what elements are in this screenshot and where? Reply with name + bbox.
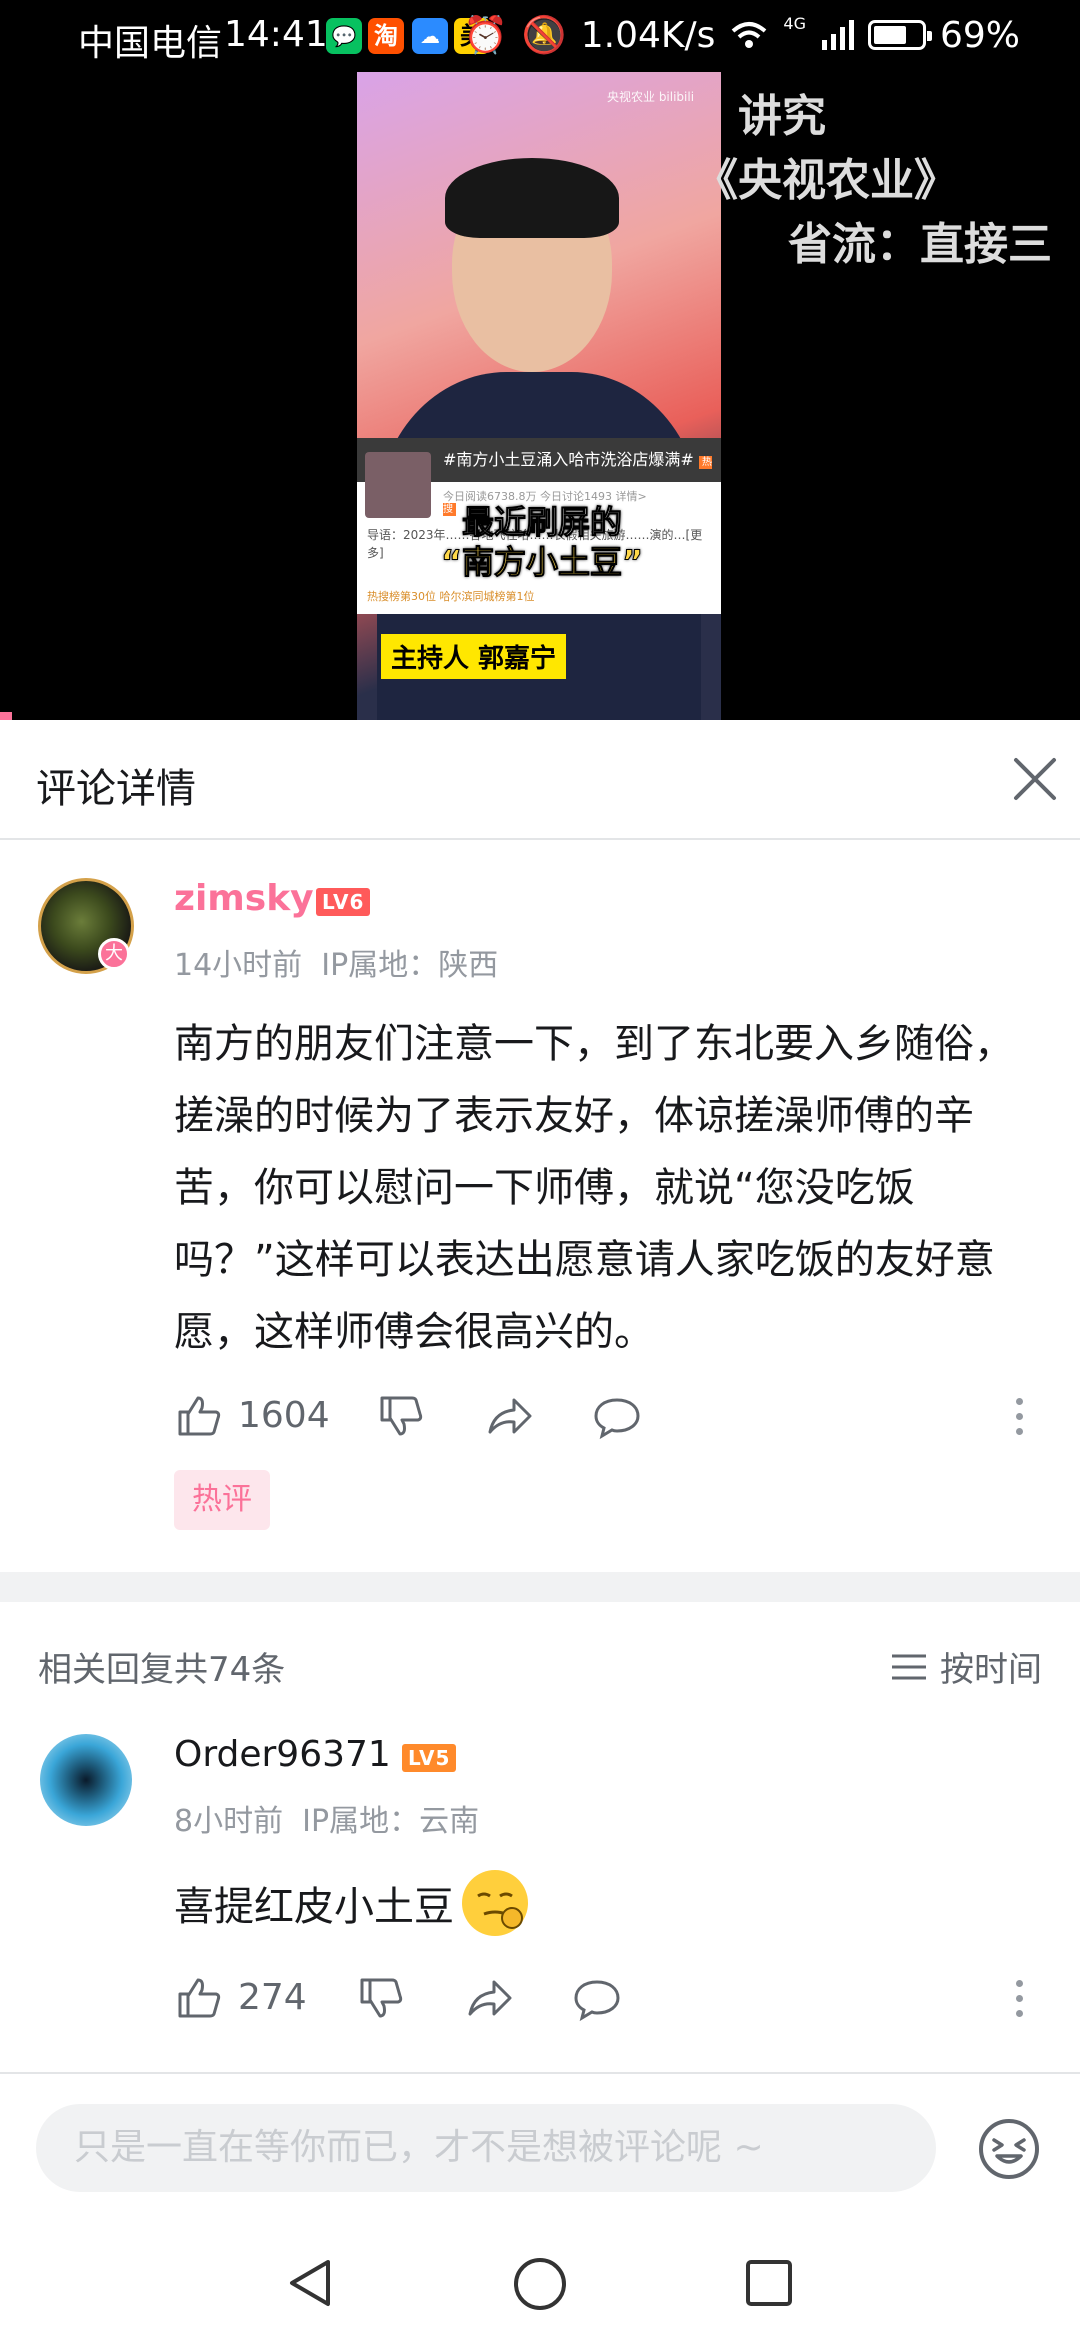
wechat-icon: 💬: [326, 18, 362, 54]
comment-meta: 14小时前 IP属地：陕西: [174, 940, 498, 984]
comment-input[interactable]: 只是一直在等你而已，才不是想被评论呢 ~: [36, 2104, 936, 2192]
host-label: 主持人 郭嘉宁: [381, 634, 567, 679]
emoji-icon[interactable]: [978, 2118, 1040, 2180]
news-tags: 热搜榜第30位 哈尔滨同城榜第1位: [367, 590, 535, 603]
video-logo: 央视农业 bilibili: [607, 90, 695, 104]
comment-text: 南方的朋友们注意一下，到了东北要入乡随俗，搓澡的时候为了表示友好，体谅搓澡师傅的…: [174, 1021, 1014, 1355]
sort-icon: [892, 1654, 926, 1679]
level-badge: LV6: [316, 888, 371, 916]
sort-label: 按时间: [940, 1650, 1042, 1690]
reply-avatar[interactable]: [40, 1734, 132, 1826]
clock: 14:41: [224, 14, 328, 55]
video-progress-bar[interactable]: [0, 712, 12, 720]
comment-time: 14小时前: [174, 948, 303, 983]
signal-icon: [821, 20, 854, 50]
close-icon[interactable]: [1008, 752, 1062, 806]
comment-detail-header: 评论详情: [0, 720, 1080, 840]
net-speed: 1.04K/s: [580, 14, 716, 56]
hot-comment-tag: 热评: [174, 1470, 270, 1530]
video-caption-line1: 最近刷屏的: [461, 503, 622, 542]
video-caption-line2: “南方小土豆”: [440, 543, 644, 582]
reply-like-count: 274: [238, 1976, 307, 2018]
thumbs-up-icon: [178, 1978, 221, 2018]
recents-icon[interactable]: [744, 2258, 794, 2308]
mute-icon: 🔕: [521, 15, 567, 56]
reply-level-badge: LV5: [402, 1744, 457, 1772]
danmaku-2: 《央视农业》: [694, 155, 958, 206]
reply-text-row: 喜提红皮小土豆: [174, 1870, 528, 1936]
section-divider: [0, 1572, 1080, 1602]
page-title: 评论详情: [36, 766, 196, 812]
reply-ip: IP属地：云南: [302, 1804, 480, 1839]
danmaku-1: 讲究: [738, 91, 826, 142]
status-bar: 中国电信 14:41 💬 淘 ☁ 美 ⏰ 🔕 1.04K/s 4G 69%: [0, 0, 1080, 72]
like-button[interactable]: 1604: [174, 1390, 330, 1440]
share-icon[interactable]: [484, 1392, 534, 1442]
cloud-icon: ☁: [412, 18, 448, 54]
system-nav-bar: [0, 2226, 1080, 2340]
reply-meta: 8小时前 IP属地：云南: [174, 1796, 479, 1840]
reply-share-icon[interactable]: [464, 1974, 514, 2024]
reply-more-options-icon[interactable]: [1016, 1980, 1024, 2025]
dislike-icon[interactable]: [376, 1392, 426, 1442]
video-player[interactable]: 央视农业 bilibili #南方小土豆涌入哈市洗浴店爆满# 热搜 今日阅读67…: [0, 72, 1080, 720]
back-icon[interactable]: [284, 2256, 338, 2310]
more-options-icon[interactable]: [1016, 1398, 1024, 1443]
reply-username[interactable]: Order96371: [174, 1734, 391, 1775]
video-person-hair: [445, 158, 619, 238]
sort-button[interactable]: 按时间: [890, 1642, 1042, 1691]
thumbs-up-icon: [178, 1396, 221, 1436]
like-count: 1604: [238, 1394, 330, 1436]
carrier-label: 中国电信: [78, 23, 223, 64]
taobao-icon: 淘: [368, 18, 404, 54]
reply-icon[interactable]: [592, 1392, 642, 1442]
reply-comment-icon[interactable]: [572, 1974, 622, 2024]
alarm-icon: ⏰: [463, 15, 508, 56]
reply-time: 8小时前: [174, 1804, 284, 1839]
video-caption: 最近刷屏的 “南方小土豆”: [387, 502, 697, 582]
danmaku-3: 省流：直接三: [788, 219, 1052, 270]
avatar-badge: 大: [98, 938, 130, 970]
reply-count: 相关回复共74条: [38, 1650, 286, 1690]
battery-icon: [867, 20, 932, 50]
network-type: 4G: [783, 13, 806, 33]
home-icon[interactable]: [512, 2256, 568, 2312]
reply-like-button[interactable]: 274: [174, 1972, 307, 2022]
reply-text: 喜提红皮小土豆: [174, 1884, 454, 1930]
reply-dislike-icon[interactable]: [356, 1974, 406, 2024]
wifi-icon: [732, 22, 767, 48]
battery-percent: 69%: [939, 14, 1020, 56]
username[interactable]: zimsky: [174, 878, 314, 919]
smug-emoji-icon: [462, 1870, 528, 1936]
input-divider: [0, 2072, 1080, 2074]
comment-ip: IP属地：陕西: [321, 948, 499, 983]
video-frame[interactable]: 央视农业 bilibili #南方小土豆涌入哈市洗浴店爆满# 热搜 今日阅读67…: [357, 72, 721, 720]
